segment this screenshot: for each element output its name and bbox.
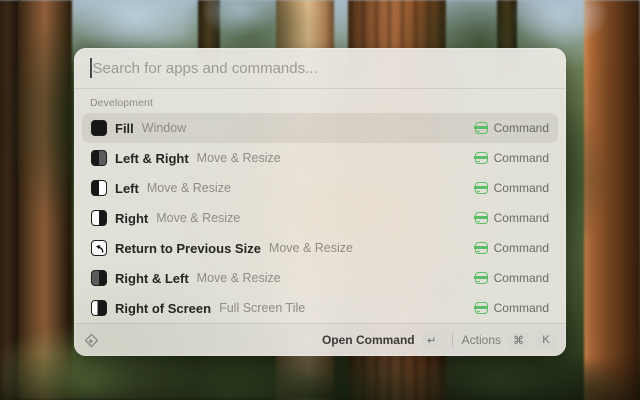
command-icon xyxy=(475,182,488,194)
item-subtitle: Window xyxy=(142,121,186,135)
item-title: Left & Right xyxy=(115,151,189,166)
window-right-half-icon xyxy=(91,210,107,226)
section-header: Development xyxy=(74,89,566,113)
footer-divider xyxy=(452,333,453,347)
item-subtitle: Move & Resize xyxy=(147,181,231,195)
item-accessory: Command xyxy=(494,151,549,165)
item-title: Fill xyxy=(115,121,134,136)
list-item-left[interactable]: Left Move & Resize Command xyxy=(82,173,558,203)
item-accessory: Command xyxy=(494,241,549,255)
window-right-left-icon xyxy=(91,270,107,286)
list-item-return-to-previous-size[interactable]: Return to Previous Size Move & Resize Co… xyxy=(82,233,558,263)
list-item-right[interactable]: Right Move & Resize Command xyxy=(82,203,558,233)
list-item-right-and-left[interactable]: Right & Left Move & Resize Command xyxy=(82,263,558,293)
actions-button[interactable]: Actions ⌘ K xyxy=(462,332,556,349)
item-subtitle: Full Screen Tile xyxy=(219,301,305,315)
wallpaper-vignette xyxy=(0,354,640,400)
return-previous-size-icon xyxy=(91,240,107,256)
return-key-badge: ↵ xyxy=(422,332,442,349)
command-icon xyxy=(475,122,488,134)
cmd-key-badge: ⌘ xyxy=(508,332,529,349)
list-item-fill[interactable]: Fill Window Command xyxy=(82,113,558,143)
search-input[interactable] xyxy=(92,60,551,77)
item-title: Left xyxy=(115,181,139,196)
command-icon xyxy=(475,302,488,314)
window-right-of-screen-icon xyxy=(91,300,107,316)
k-key-badge: K xyxy=(536,332,556,349)
item-title: Right xyxy=(115,211,148,226)
command-icon xyxy=(475,152,488,164)
list-item-left-and-right[interactable]: Left & Right Move & Resize Command xyxy=(82,143,558,173)
item-subtitle: Move & Resize xyxy=(156,211,240,225)
search-bar[interactable] xyxy=(74,48,566,88)
item-subtitle: Move & Resize xyxy=(269,241,353,255)
item-accessory: Command xyxy=(494,271,549,285)
action-bar: Open Command ↵ Actions ⌘ K xyxy=(74,323,566,356)
item-title: Right & Left xyxy=(115,271,189,286)
command-list: Fill Window Command Left & Right Move & … xyxy=(74,113,566,323)
item-subtitle: Move & Resize xyxy=(197,151,281,165)
actions-label: Actions xyxy=(462,333,501,347)
command-icon xyxy=(475,272,488,284)
item-title: Return to Previous Size xyxy=(115,241,261,256)
raycast-logo-icon xyxy=(84,333,99,348)
list-item-right-of-screen[interactable]: Right of Screen Full Screen Tile Command xyxy=(82,293,558,323)
open-command-label: Open Command xyxy=(322,333,415,347)
command-icon xyxy=(475,212,488,224)
item-title: Right of Screen xyxy=(115,301,211,316)
raycast-command-palette: Development Fill Window Command Left & R… xyxy=(74,48,566,356)
item-accessory: Command xyxy=(494,211,549,225)
open-command-button[interactable]: Open Command ↵ xyxy=(322,332,442,349)
item-subtitle: Move & Resize xyxy=(197,271,281,285)
item-accessory: Command xyxy=(494,181,549,195)
item-accessory: Command xyxy=(494,301,549,315)
window-fill-icon xyxy=(91,120,107,136)
window-left-right-icon xyxy=(91,150,107,166)
command-icon xyxy=(475,242,488,254)
item-accessory: Command xyxy=(494,121,549,135)
window-left-half-icon xyxy=(91,180,107,196)
